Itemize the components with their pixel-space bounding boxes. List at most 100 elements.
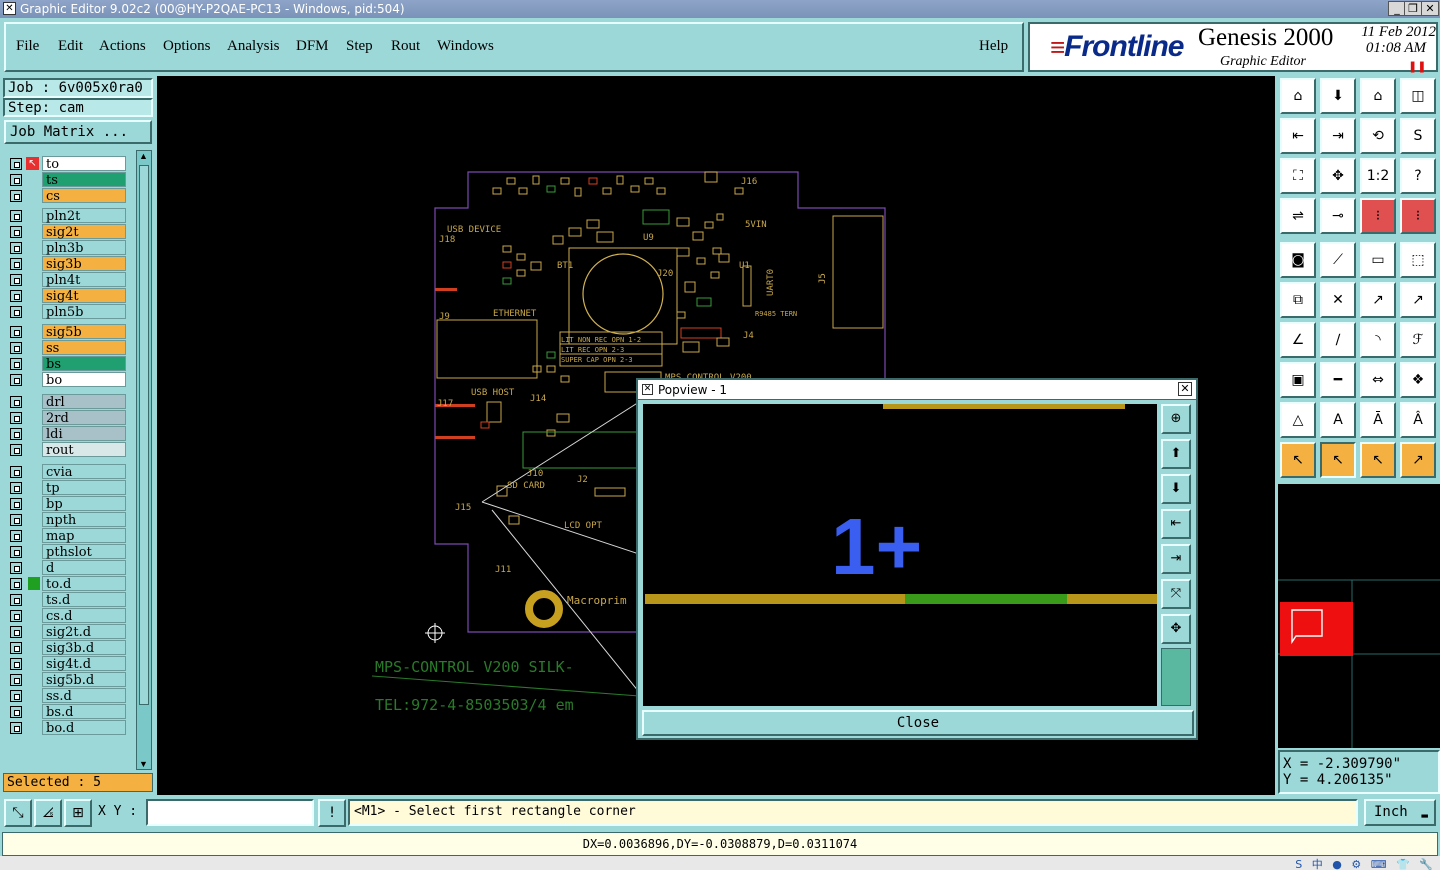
pan-down-icon[interactable]: ⬇: [1320, 78, 1356, 114]
layer-row[interactable]: 2rd: [8, 410, 128, 426]
layer-name[interactable]: ts.d: [42, 592, 126, 608]
layer-visibility-checkbox[interactable]: [10, 428, 22, 440]
layer-row[interactable]: ldi: [8, 426, 128, 442]
popview-zoom-out-icon[interactable]: ⤧: [1161, 579, 1191, 609]
copy-feature-icon[interactable]: ↗: [1400, 282, 1436, 318]
mirror-icon[interactable]: ⟲: [1360, 118, 1396, 154]
text-tool-icon[interactable]: ℱ: [1400, 322, 1436, 358]
layer-visibility-checkbox[interactable]: [10, 690, 22, 702]
ruler-icon[interactable]: ▭: [1360, 242, 1396, 278]
layer-row[interactable]: map: [8, 528, 128, 544]
popview-pan-left-icon[interactable]: ⇤: [1161, 509, 1191, 539]
layer-name[interactable]: sig2t.d: [42, 624, 126, 640]
layer-name[interactable]: pln2t: [42, 208, 126, 224]
popview-zoom-in-icon[interactable]: ⊕: [1161, 404, 1191, 434]
layer-name[interactable]: pthslot: [42, 544, 126, 560]
popview-fit-icon[interactable]: ✥: [1161, 614, 1191, 644]
layer-row[interactable]: sig5b: [8, 324, 128, 340]
menu-edit[interactable]: Edit: [58, 38, 83, 55]
popview-title-bar[interactable]: ✕ Popview - 1 ✕: [638, 380, 1196, 400]
layer-visibility-checkbox[interactable]: [10, 258, 22, 270]
select-circle-pointer-icon[interactable]: ↖: [1360, 442, 1396, 478]
layer-visibility-checkbox[interactable]: [10, 342, 22, 354]
delete-feature-icon[interactable]: ✕: [1320, 282, 1356, 318]
job-matrix-button[interactable]: Job Matrix ...: [4, 120, 152, 144]
layer-name[interactable]: npth: [42, 512, 126, 528]
layer-row[interactable]: d: [8, 560, 128, 576]
add-line-icon[interactable]: ⟋: [1320, 242, 1356, 278]
layer-visibility-checkbox[interactable]: [10, 190, 22, 202]
layer-row[interactable]: ts: [8, 172, 128, 188]
snap-diagonal-icon[interactable]: ⤡: [4, 799, 32, 827]
layer-visibility-checkbox[interactable]: [10, 274, 22, 286]
system-tray-icons[interactable]: S 中 ● ⚙ ⌨ 👕 🔧: [1295, 856, 1436, 870]
layer-name[interactable]: drl: [42, 394, 126, 410]
popview-window[interactable]: ✕ Popview - 1 ✕ 1+ ⊕ ⬆ ⬇ ⇤ ⇥ ⤧ ✥ Close: [636, 378, 1198, 740]
menu-windows[interactable]: Windows: [437, 38, 494, 55]
popview-pan-down-icon[interactable]: ⬇: [1161, 474, 1191, 504]
popview-close-button[interactable]: Close: [642, 710, 1194, 736]
layer-visibility-checkbox[interactable]: [10, 610, 22, 622]
a-bold-tool-icon[interactable]: Ā: [1360, 402, 1396, 438]
menu-options[interactable]: Options: [163, 38, 211, 55]
scrollbar-thumb[interactable]: [139, 165, 149, 705]
arc-tool-icon[interactable]: ◝: [1360, 322, 1396, 358]
layer-row[interactable]: to.d: [8, 576, 128, 592]
zoom-home-icon[interactable]: ⌂: [1280, 78, 1316, 114]
layer-row[interactable]: pln5b: [8, 304, 128, 320]
layer-name[interactable]: sig4t: [42, 288, 126, 304]
stretch-icon[interactable]: ⇔: [1360, 362, 1396, 398]
layer-visibility-checkbox[interactable]: [10, 242, 22, 254]
popview-pan-up-icon[interactable]: ⬆: [1161, 439, 1191, 469]
slash-tool-icon[interactable]: ∕: [1320, 322, 1356, 358]
layer-visibility-checkbox[interactable]: [10, 482, 22, 494]
layer-row[interactable]: ss.d: [8, 688, 128, 704]
layer-name[interactable]: sig3b.d: [42, 640, 126, 656]
zoom-ratio-icon[interactable]: 1:2: [1360, 158, 1396, 194]
select-pointer-icon[interactable]: ↖: [1280, 442, 1316, 478]
triangle-tool-icon[interactable]: △: [1280, 402, 1316, 438]
layer-visibility-checkbox[interactable]: [10, 210, 22, 222]
layer-name[interactable]: ss: [42, 340, 126, 356]
layer-visibility-checkbox[interactable]: [10, 562, 22, 574]
layer-visibility-checkbox[interactable]: [10, 578, 22, 590]
layer-list-scrollbar[interactable]: ▲ ▼: [136, 150, 152, 770]
menu-actions[interactable]: Actions: [99, 38, 146, 55]
angle-tool-icon[interactable]: ∠: [1280, 322, 1316, 358]
pause-icon[interactable]: ❚❚: [1408, 60, 1426, 73]
layer-name[interactable]: bo.d: [42, 720, 126, 736]
layer-name[interactable]: d: [42, 560, 126, 576]
layer-row[interactable]: sig5b.d: [8, 672, 128, 688]
layer-name[interactable]: bo: [42, 372, 126, 388]
layer-row[interactable]: rout: [8, 442, 128, 458]
layer-row[interactable]: cs.d: [8, 608, 128, 624]
layer-name[interactable]: pln5b: [42, 304, 126, 320]
layer-visibility-checkbox[interactable]: [10, 674, 22, 686]
select-area-icon[interactable]: ⬚: [1400, 242, 1436, 278]
zoom-center-icon[interactable]: ✥: [1320, 158, 1356, 194]
layer-name[interactable]: rout: [42, 442, 126, 458]
layer-visibility-checkbox[interactable]: [10, 722, 22, 734]
layer-row[interactable]: bs.d: [8, 704, 128, 720]
help-query-icon[interactable]: ?: [1400, 158, 1436, 194]
layer-name[interactable]: ldi: [42, 426, 126, 442]
layer-visibility-checkbox[interactable]: [10, 514, 22, 526]
menu-help[interactable]: Help: [979, 38, 1008, 55]
xy-input[interactable]: [146, 799, 314, 826]
layer-name[interactable]: map: [42, 528, 126, 544]
probe-icon[interactable]: ⊸: [1320, 198, 1356, 234]
a-tool-icon[interactable]: A: [1320, 402, 1356, 438]
layer-visibility-checkbox[interactable]: [10, 358, 22, 370]
move-feature-icon[interactable]: ↗: [1360, 282, 1396, 318]
layer-row[interactable]: ↖ to: [8, 156, 128, 172]
layer-visibility-checkbox[interactable]: [10, 412, 22, 424]
layer-row[interactable]: ss: [8, 340, 128, 356]
net-select-icon[interactable]: ⁝: [1400, 198, 1436, 234]
window-view-icon[interactable]: ◫: [1400, 78, 1436, 114]
layer-row[interactable]: cs: [8, 188, 128, 204]
window-title-bar[interactable]: ✕ Graphic Editor 9.02c2 (00@HY-P2QAE-PC1…: [0, 0, 1440, 18]
layer-row[interactable]: sig3b.d: [8, 640, 128, 656]
layer-visibility-checkbox[interactable]: [10, 642, 22, 654]
layer-name[interactable]: sig5b: [42, 324, 126, 340]
layer-visibility-checkbox[interactable]: [10, 374, 22, 386]
